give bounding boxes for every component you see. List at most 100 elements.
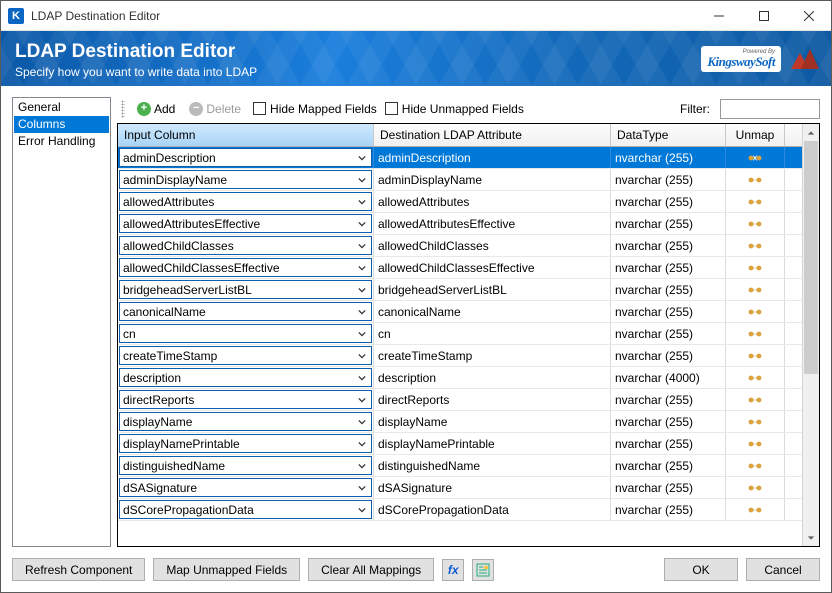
- table-row[interactable]: allowedAttributesallowedAttributesnvarch…: [118, 191, 802, 213]
- unmap-cell[interactable]: [726, 345, 785, 366]
- table-row[interactable]: allowedChildClassesEffectiveallowedChild…: [118, 257, 802, 279]
- input-column-combo[interactable]: dSCorePropagationData: [119, 500, 372, 519]
- nav-item-columns[interactable]: Columns: [14, 116, 109, 133]
- unmap-cell[interactable]: [726, 191, 785, 212]
- fx-button[interactable]: fx: [442, 559, 464, 581]
- input-column-combo[interactable]: adminDisplayName: [119, 170, 372, 189]
- unmap-cell[interactable]: [726, 389, 785, 410]
- scroll-thumb[interactable]: [804, 141, 818, 374]
- destination-attribute-cell[interactable]: distinguishedName: [374, 455, 611, 476]
- input-column-combo[interactable]: canonicalName: [119, 302, 372, 321]
- table-row[interactable]: descriptiondescriptionnvarchar (4000): [118, 367, 802, 389]
- input-column-combo[interactable]: description: [119, 368, 372, 387]
- close-button[interactable]: [786, 1, 831, 30]
- delete-button[interactable]: − Delete: [185, 100, 245, 118]
- table-row[interactable]: canonicalNamecanonicalNamenvarchar (255): [118, 301, 802, 323]
- table-row[interactable]: allowedChildClassesallowedChildClassesnv…: [118, 235, 802, 257]
- table-row[interactable]: adminDisplayNameadminDisplayNamenvarchar…: [118, 169, 802, 191]
- filter-input[interactable]: [720, 99, 820, 119]
- input-column-cell[interactable]: distinguishedName: [118, 455, 374, 476]
- input-column-cell[interactable]: cn: [118, 323, 374, 344]
- destination-attribute-cell[interactable]: dSCorePropagationData: [374, 499, 611, 520]
- hide-mapped-checkbox[interactable]: Hide Mapped Fields: [253, 102, 377, 116]
- input-column-cell[interactable]: displayNamePrintable: [118, 433, 374, 454]
- input-column-combo[interactable]: displayNamePrintable: [119, 434, 372, 453]
- hide-unmapped-checkbox[interactable]: Hide Unmapped Fields: [385, 102, 524, 116]
- unmap-cell[interactable]: [726, 411, 785, 432]
- destination-attribute-cell[interactable]: description: [374, 367, 611, 388]
- input-column-combo[interactable]: dSASignature: [119, 478, 372, 497]
- destination-attribute-cell[interactable]: createTimeStamp: [374, 345, 611, 366]
- unmap-cell[interactable]: [726, 279, 785, 300]
- destination-attribute-cell[interactable]: allowedChildClasses: [374, 235, 611, 256]
- unmap-cell[interactable]: [726, 257, 785, 278]
- destination-attribute-cell[interactable]: displayNamePrintable: [374, 433, 611, 454]
- minimize-button[interactable]: [696, 1, 741, 30]
- table-row[interactable]: dSASignaturedSASignaturenvarchar (255): [118, 477, 802, 499]
- table-row[interactable]: cncnnvarchar (255): [118, 323, 802, 345]
- unmap-cell[interactable]: [726, 213, 785, 234]
- unmap-cell[interactable]: [726, 367, 785, 388]
- header-input-column[interactable]: Input Column: [118, 124, 374, 146]
- scroll-down-button[interactable]: [803, 529, 819, 546]
- input-column-cell[interactable]: displayName: [118, 411, 374, 432]
- table-row[interactable]: allowedAttributesEffectiveallowedAttribu…: [118, 213, 802, 235]
- destination-attribute-cell[interactable]: allowedAttributes: [374, 191, 611, 212]
- nav-item-general[interactable]: General: [14, 99, 109, 116]
- input-column-combo[interactable]: distinguishedName: [119, 456, 372, 475]
- destination-attribute-cell[interactable]: directReports: [374, 389, 611, 410]
- unmap-cell[interactable]: [726, 477, 785, 498]
- header-unmap[interactable]: Unmap: [726, 124, 785, 146]
- destination-attribute-cell[interactable]: adminDisplayName: [374, 169, 611, 190]
- input-column-combo[interactable]: allowedAttributesEffective: [119, 214, 372, 233]
- destination-attribute-cell[interactable]: canonicalName: [374, 301, 611, 322]
- input-column-combo[interactable]: adminDescription: [119, 148, 372, 167]
- input-column-cell[interactable]: bridgeheadServerListBL: [118, 279, 374, 300]
- table-row[interactable]: dSCorePropagationDatadSCorePropagationDa…: [118, 499, 802, 521]
- table-row[interactable]: displayNamedisplayNamenvarchar (255): [118, 411, 802, 433]
- input-column-combo[interactable]: allowedAttributes: [119, 192, 372, 211]
- unmap-cell[interactable]: [726, 455, 785, 476]
- add-button[interactable]: + Add: [133, 100, 179, 118]
- input-column-combo[interactable]: createTimeStamp: [119, 346, 372, 365]
- input-column-cell[interactable]: allowedAttributes: [118, 191, 374, 212]
- unmap-cell[interactable]: [726, 301, 785, 322]
- destination-attribute-cell[interactable]: allowedChildClassesEffective: [374, 257, 611, 278]
- ok-button[interactable]: OK: [664, 558, 738, 581]
- input-column-cell[interactable]: allowedAttributesEffective: [118, 213, 374, 234]
- header-destination-attribute[interactable]: Destination LDAP Attribute: [374, 124, 611, 146]
- input-column-cell[interactable]: allowedChildClassesEffective: [118, 257, 374, 278]
- scroll-track[interactable]: [803, 141, 819, 529]
- vertical-scrollbar[interactable]: [802, 124, 819, 546]
- table-row[interactable]: directReportsdirectReportsnvarchar (255): [118, 389, 802, 411]
- unmap-cell[interactable]: [726, 433, 785, 454]
- header-datatype[interactable]: DataType: [611, 124, 726, 146]
- destination-attribute-cell[interactable]: dSASignature: [374, 477, 611, 498]
- unmap-cell[interactable]: [726, 323, 785, 344]
- cancel-button[interactable]: Cancel: [746, 558, 820, 581]
- input-column-cell[interactable]: description: [118, 367, 374, 388]
- refresh-component-button[interactable]: Refresh Component: [12, 558, 145, 581]
- unmap-cell[interactable]: [726, 169, 785, 190]
- input-column-combo[interactable]: displayName: [119, 412, 372, 431]
- maximize-button[interactable]: [741, 1, 786, 30]
- input-column-cell[interactable]: canonicalName: [118, 301, 374, 322]
- destination-attribute-cell[interactable]: adminDescription: [374, 147, 611, 168]
- unmap-cell[interactable]: [726, 147, 785, 168]
- map-unmapped-fields-button[interactable]: Map Unmapped Fields: [153, 558, 300, 581]
- unmap-cell[interactable]: [726, 235, 785, 256]
- expression-button[interactable]: [472, 559, 494, 581]
- input-column-cell[interactable]: adminDescription: [118, 147, 374, 168]
- input-column-cell[interactable]: dSASignature: [118, 477, 374, 498]
- clear-all-mappings-button[interactable]: Clear All Mappings: [308, 558, 434, 581]
- destination-attribute-cell[interactable]: cn: [374, 323, 611, 344]
- input-column-cell[interactable]: dSCorePropagationData: [118, 499, 374, 520]
- destination-attribute-cell[interactable]: bridgeheadServerListBL: [374, 279, 611, 300]
- table-row[interactable]: displayNamePrintabledisplayNamePrintable…: [118, 433, 802, 455]
- table-row[interactable]: adminDescriptionadminDescriptionnvarchar…: [118, 147, 802, 169]
- input-column-combo[interactable]: allowedChildClassesEffective: [119, 258, 372, 277]
- input-column-cell[interactable]: adminDisplayName: [118, 169, 374, 190]
- input-column-cell[interactable]: allowedChildClasses: [118, 235, 374, 256]
- unmap-cell[interactable]: [726, 499, 785, 520]
- destination-attribute-cell[interactable]: displayName: [374, 411, 611, 432]
